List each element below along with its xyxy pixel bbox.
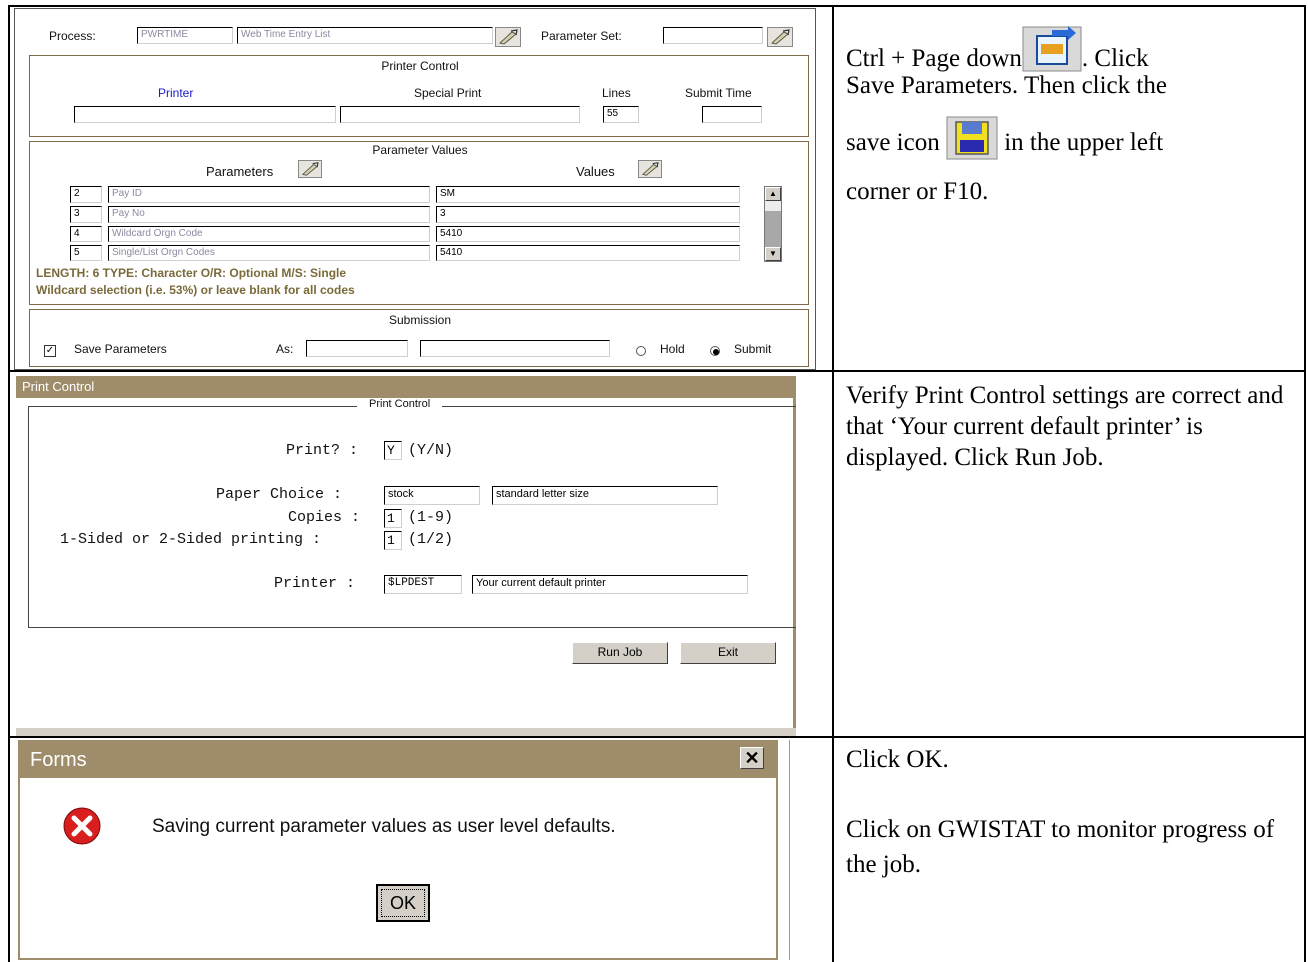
search-icon[interactable] <box>298 160 322 178</box>
checkbox-icon[interactable]: ✓ <box>44 345 56 357</box>
table-col-divider <box>832 5 834 962</box>
search-icon[interactable] <box>638 160 662 178</box>
param-value-field[interactable]: SM <box>436 186 740 203</box>
print-label: Print? : <box>286 442 359 459</box>
exit-button[interactable]: Exit <box>680 642 776 664</box>
radio-icon[interactable] <box>710 346 720 356</box>
scroll-up-icon[interactable]: ▲ <box>765 187 781 201</box>
table-row-divider-2 <box>8 736 1306 738</box>
dialog-title: Forms <box>30 749 87 771</box>
parameter-values-title: Parameter Values <box>372 143 468 157</box>
special-print-label: Special Print <box>414 86 482 100</box>
instruction-text: in the upper left <box>1004 129 1164 156</box>
search-icon[interactable] <box>767 27 793 47</box>
special-print-field[interactable] <box>340 106 580 123</box>
print-control-window: Print Control Print Control Print? : Y (… <box>16 376 796 736</box>
run-job-button[interactable]: Run Job <box>572 642 668 664</box>
submission-group: Submission ✓ Save Parameters As: Hold Su… <box>29 309 809 367</box>
param-value-field[interactable]: 3 <box>436 206 740 223</box>
paper-choice-label: Paper Choice : <box>216 486 343 503</box>
radio-icon[interactable] <box>636 346 646 356</box>
copies-field[interactable]: 1 <box>384 509 402 528</box>
parameter-scrollbar[interactable]: ▲ ▼ <box>764 186 782 262</box>
as-label: As: <box>276 342 294 356</box>
copies-label: Copies : <box>288 509 361 526</box>
save-icon <box>946 116 998 160</box>
param-name-field[interactable]: Pay ID <box>108 186 430 203</box>
dialog-message: Saving current parameter values as user … <box>152 816 616 837</box>
row2-instruction: Verify Print Control settings are correc… <box>846 382 1284 471</box>
copies-hint: (1-9) <box>408 509 454 526</box>
table-border-right <box>1304 5 1306 962</box>
param-name-field[interactable]: Single/List Orgn Codes <box>108 245 430 261</box>
param-value-field[interactable]: 5410 <box>436 245 740 261</box>
error-icon <box>62 806 102 846</box>
print-hint: (Y/N) <box>408 442 454 459</box>
parameter-hint-line1: LENGTH: 6 TYPE: Character O/R: Optional … <box>36 266 347 280</box>
scroll-down-icon[interactable]: ▼ <box>765 247 781 261</box>
param-num-field[interactable]: 3 <box>70 206 102 223</box>
submit-time-label: Submit Time <box>685 86 752 100</box>
printer-label: Printer : <box>274 575 356 592</box>
dialog-title-bar: Forms ✕ <box>20 740 776 778</box>
lines-field[interactable]: 55 <box>603 106 639 123</box>
window-title-bar: Print Control <box>16 376 796 398</box>
next-block-icon <box>1022 26 1082 72</box>
printer-label: Printer <box>158 86 194 100</box>
values-label: Values <box>576 164 615 179</box>
sided-field[interactable]: 1 <box>384 531 402 550</box>
process-code-field[interactable]: PWRTIME <box>137 27 233 44</box>
job-submission-panel: Process: PWRTIME Web Time Entry List Par… <box>14 8 816 370</box>
lines-label: Lines <box>602 86 631 100</box>
printer-control-title: Printer Control <box>381 59 459 73</box>
instruction-text: corner or F10. <box>846 178 989 205</box>
parameter-set-field[interactable] <box>663 27 763 44</box>
group-title: Print Control <box>357 398 443 410</box>
hold-label: Hold <box>660 342 685 356</box>
instruction-line: save icon in the upper left <box>846 116 1163 160</box>
process-name-field[interactable]: Web Time Entry List <box>237 27 493 44</box>
row3-instruction-1: Click OK. <box>846 746 949 773</box>
scroll-thumb[interactable] <box>765 201 781 211</box>
search-icon[interactable] <box>495 27 521 47</box>
window-title: Print Control <box>22 379 95 394</box>
as-description-field[interactable] <box>420 340 610 357</box>
printer-field[interactable] <box>74 106 336 123</box>
paper-desc-field[interactable]: standard letter size <box>492 486 718 505</box>
printer-control-group: Printer Control Printer Special Print Li… <box>29 55 809 137</box>
parameter-set-label: Parameter Set: <box>541 29 622 43</box>
paper-code-field[interactable]: stock <box>384 486 480 505</box>
dialog-right-edge <box>780 740 790 960</box>
sided-label: 1-Sided or 2-Sided printing : <box>60 531 322 548</box>
instruction-text: Save Parameters. Then click the <box>846 72 1167 99</box>
submit-time-field[interactable] <box>702 106 762 123</box>
param-num-field[interactable]: 5 <box>70 245 102 261</box>
param-num-field[interactable]: 2 <box>70 186 102 203</box>
row3-instruction-2: Click on GWISTAT to monitor progress of … <box>846 816 1275 878</box>
param-value-field[interactable]: 5410 <box>436 226 740 242</box>
param-name-field[interactable]: Pay No <box>108 206 430 223</box>
parameters-label: Parameters <box>206 164 274 179</box>
printer-code-field[interactable]: $LPDEST <box>384 575 462 594</box>
close-icon[interactable]: ✕ <box>740 747 764 769</box>
window-bottom-edge <box>16 728 796 736</box>
print-field[interactable]: Y <box>384 441 402 460</box>
parameter-values-group: Parameter Values Parameters Values 2 Pay… <box>29 141 809 305</box>
submission-title: Submission <box>388 313 452 327</box>
parameter-hint-line2: Wildcard selection (i.e. 53%) or leave b… <box>36 283 355 297</box>
row1-instruction: Ctrl + Page down . Click Save Parameters… <box>846 8 1296 368</box>
instruction-text: save icon <box>846 129 940 156</box>
ok-button[interactable]: OK <box>376 884 430 922</box>
param-name-field[interactable]: Wildcard Orgn Code <box>108 226 430 242</box>
printer-desc-field[interactable]: Your current default printer <box>472 575 748 594</box>
sided-hint: (1/2) <box>408 531 454 548</box>
forms-dialog: Forms ✕ Saving current parameter values … <box>18 740 778 960</box>
table-border-top <box>8 5 1306 7</box>
param-num-field[interactable]: 4 <box>70 226 102 242</box>
submit-label: Submit <box>734 342 772 356</box>
process-label: Process: <box>49 29 96 43</box>
as-name-field[interactable] <box>306 340 408 357</box>
save-parameters-label: Save Parameters <box>74 342 167 356</box>
table-border-left <box>8 5 10 962</box>
